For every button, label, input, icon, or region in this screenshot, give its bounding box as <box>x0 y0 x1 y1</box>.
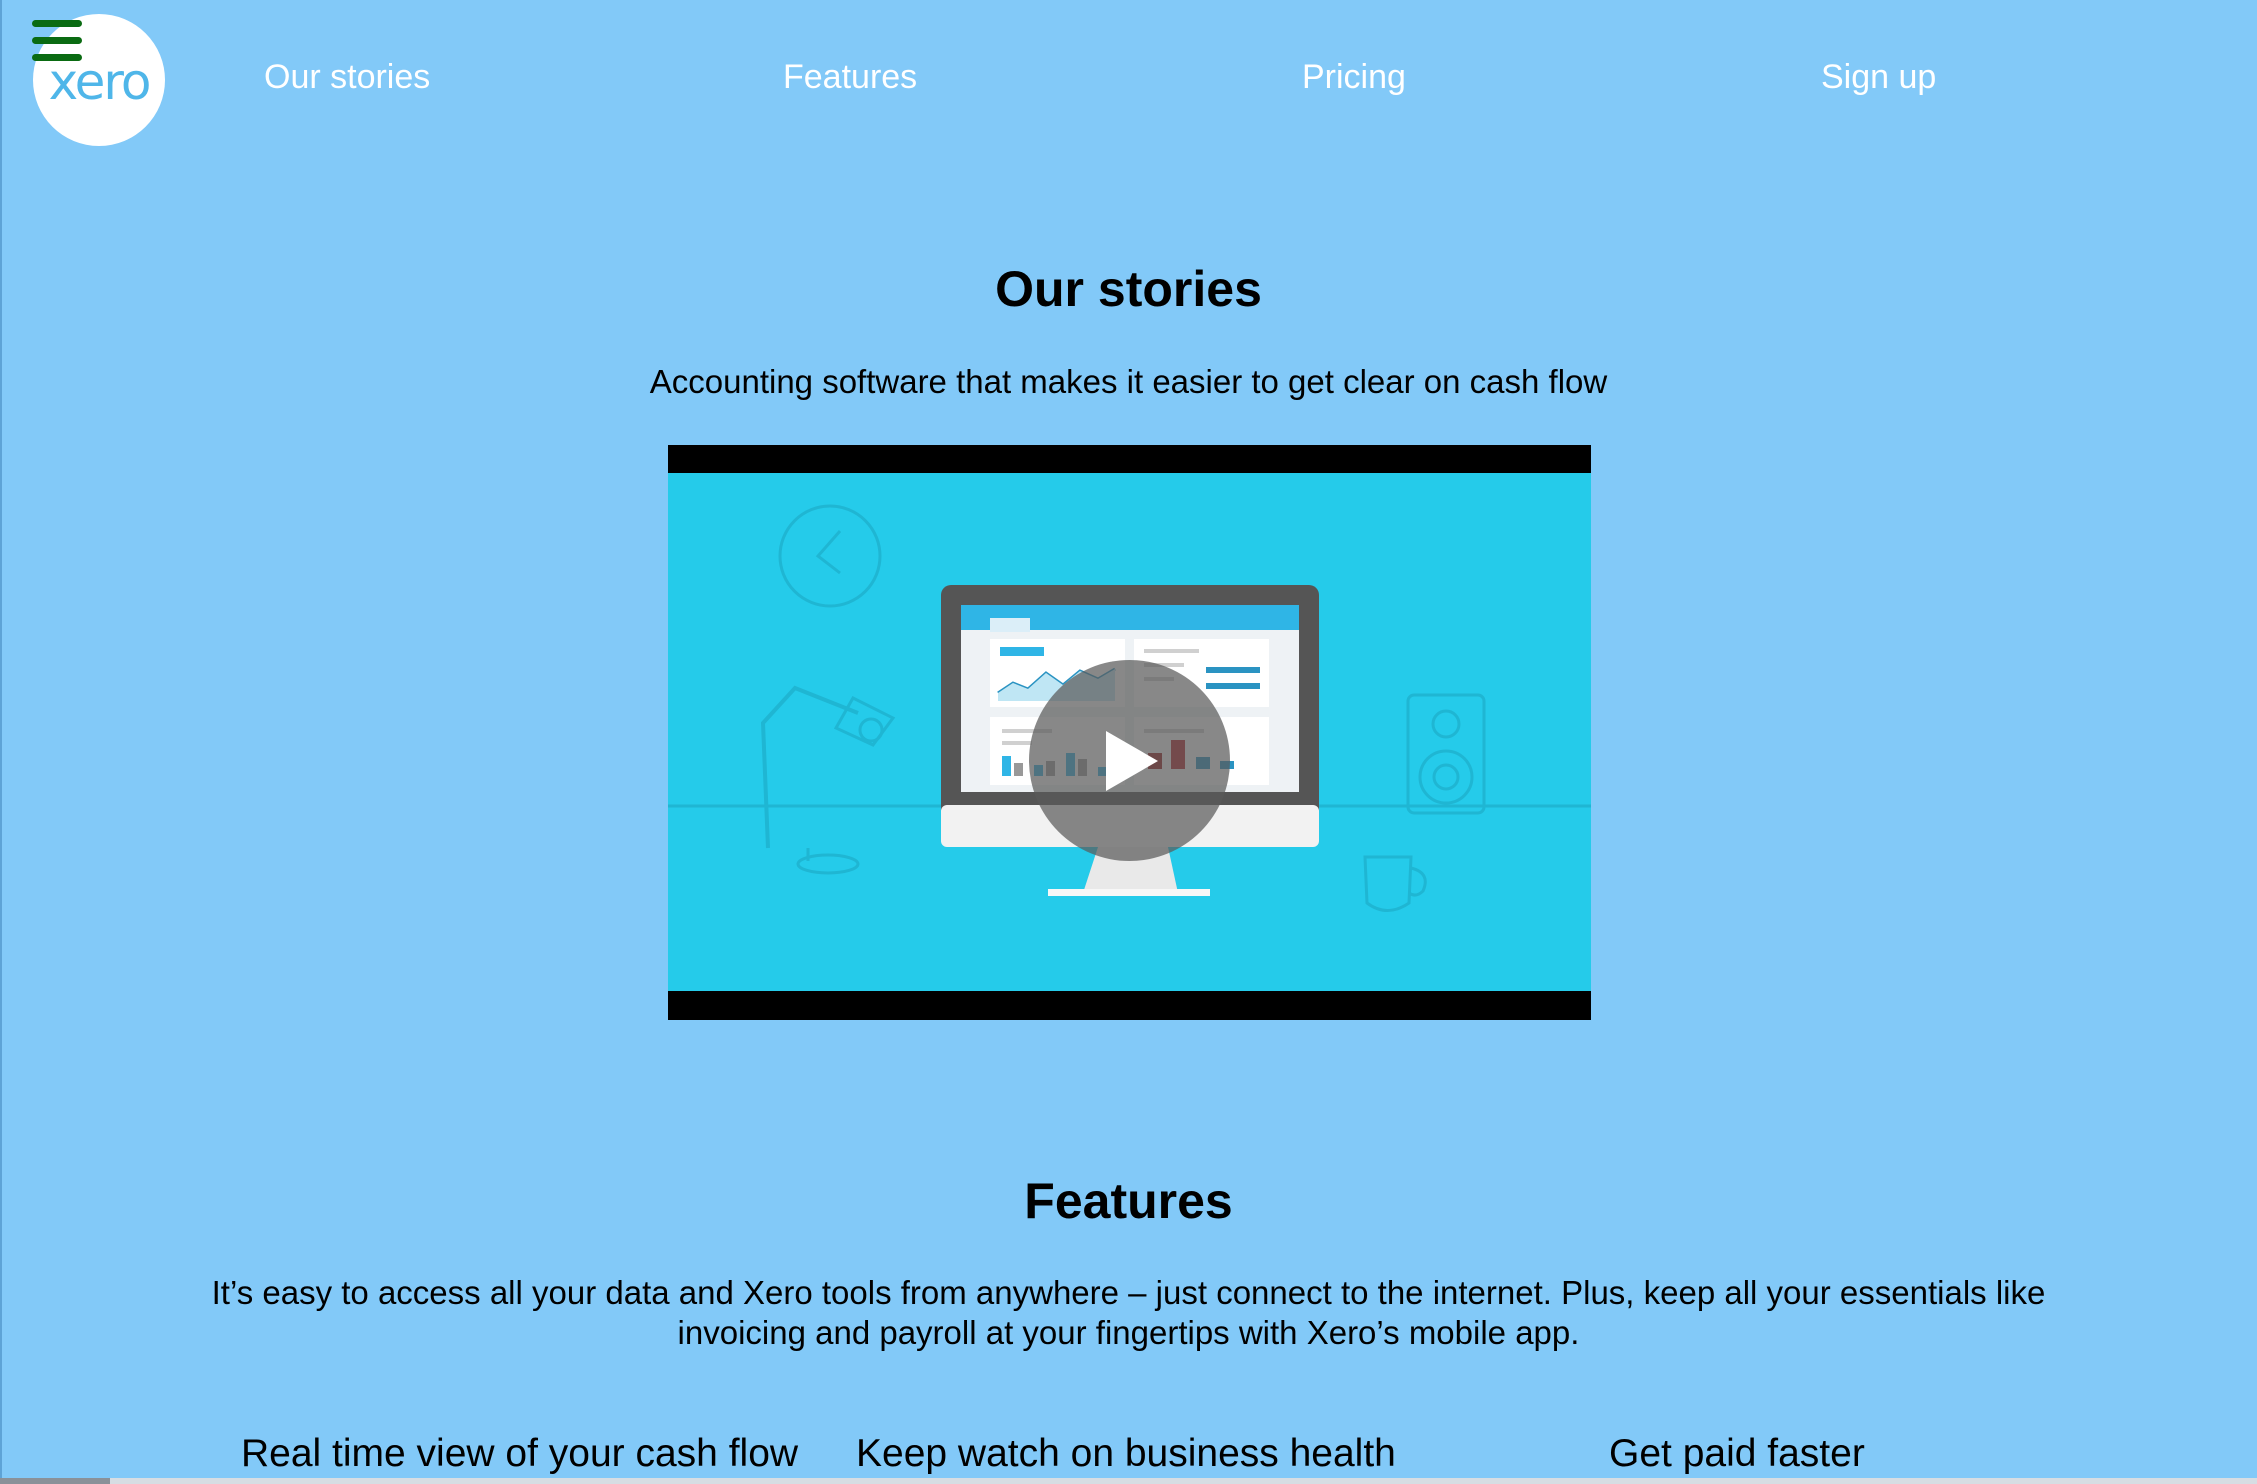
stories-subtitle: Accounting software that makes it easier… <box>649 363 1608 400</box>
stories-title: Our stories <box>995 261 1262 317</box>
feature-cash-flow-title: Real time view of your cash flow <box>241 1432 799 1475</box>
nav-sign-up[interactable]: Sign up <box>1821 58 1936 97</box>
stories-title-wrap: Our stories <box>0 260 2257 318</box>
feature-get-paid-title: Get paid faster <box>1609 1432 1865 1475</box>
hamburger-menu-icon[interactable] <box>30 20 84 64</box>
horizontal-scrollbar-thumb[interactable] <box>0 1478 110 1484</box>
nav-our-stories[interactable]: Our stories <box>264 58 430 97</box>
features-description: It’s easy to access all your data and Xe… <box>0 1273 2257 1353</box>
play-icon[interactable] <box>1029 660 1230 861</box>
nav-pricing[interactable]: Pricing <box>1302 58 1406 97</box>
page-left-edge <box>0 0 2 1484</box>
nav-features[interactable]: Features <box>783 58 917 97</box>
video-player[interactable] <box>668 445 1591 1020</box>
features-description-line1: It’s easy to access all your data and Xe… <box>211 1274 2046 1311</box>
feature-business-health-title: Keep watch on business health <box>856 1432 1396 1475</box>
video-thumbnail <box>668 473 1591 991</box>
horizontal-scrollbar-track[interactable] <box>0 1478 2257 1484</box>
stories-subtitle-wrap: Accounting software that makes it easier… <box>0 363 2257 401</box>
features-title: Features <box>1024 1173 1233 1229</box>
features-title-wrap: Features <box>0 1172 2257 1230</box>
features-description-line2: invoicing and payroll at your fingertips… <box>677 1314 1580 1351</box>
